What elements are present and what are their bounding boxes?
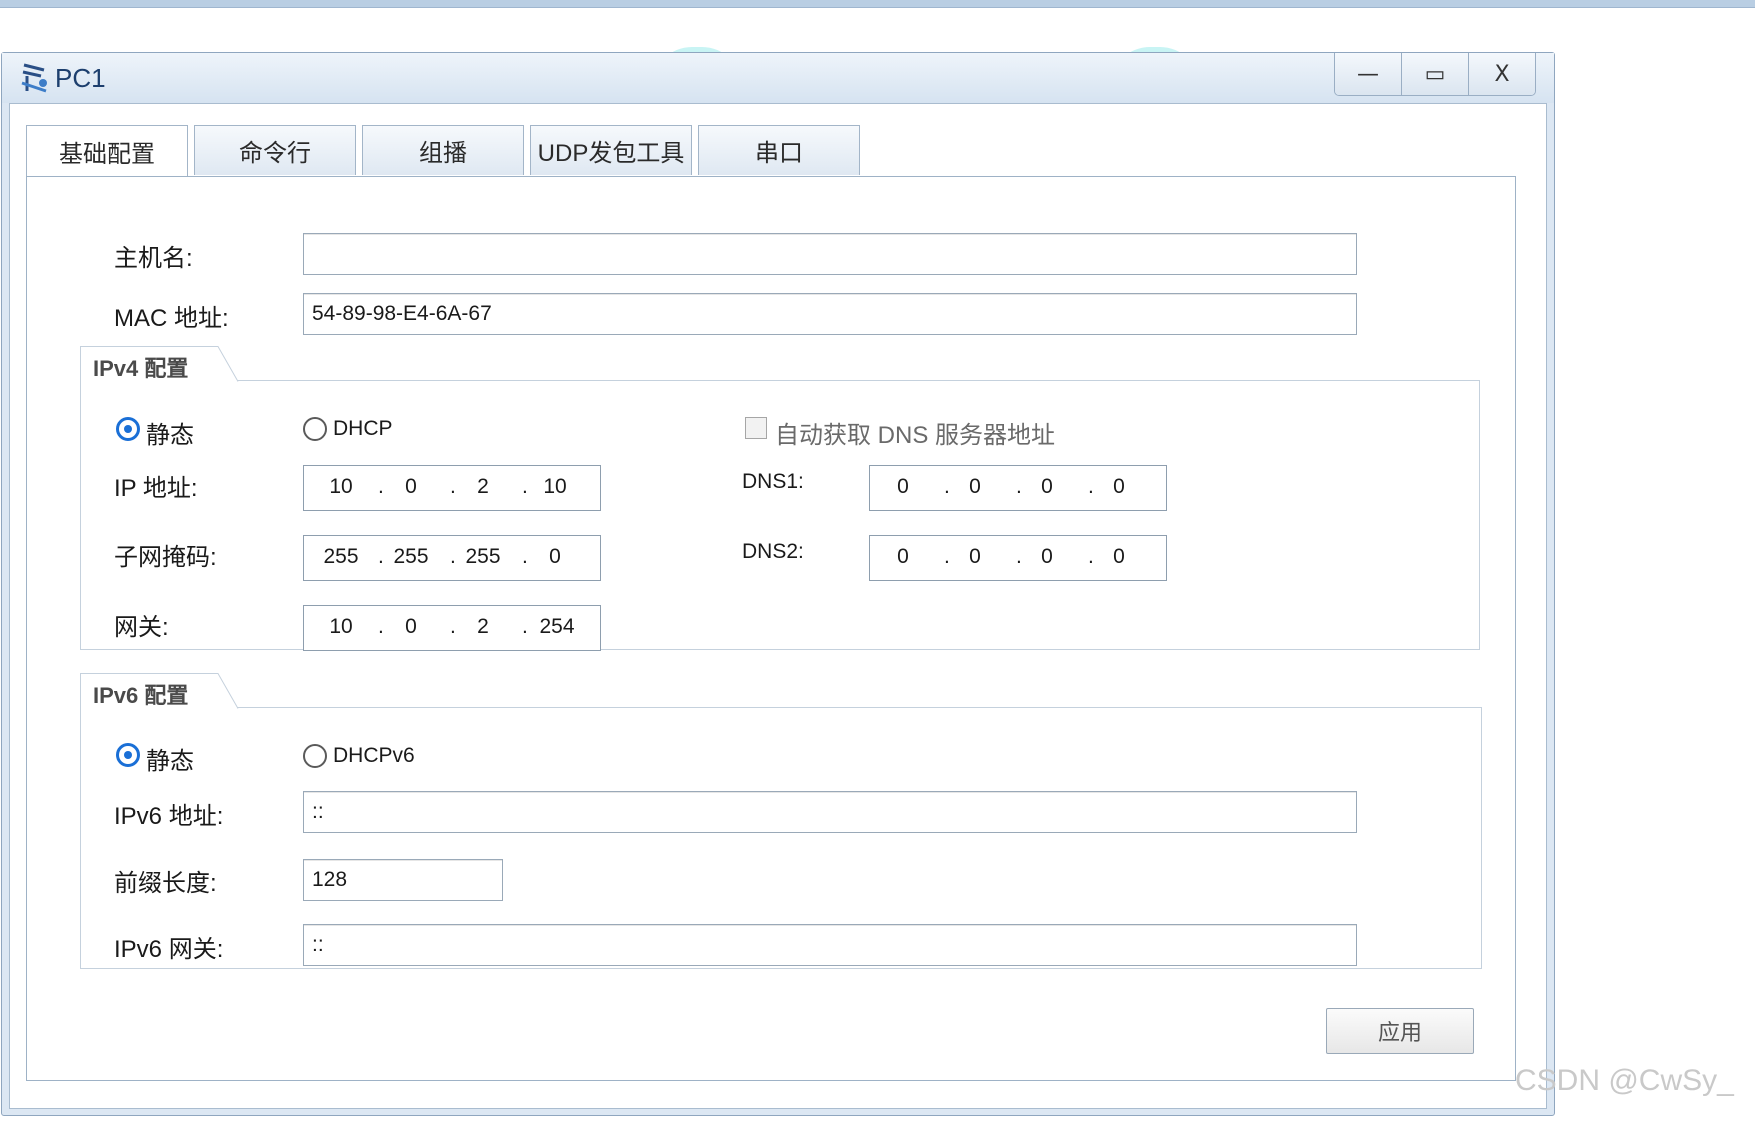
- mac-address-field[interactable]: 54-89-98-E4-6A-67: [303, 293, 1357, 335]
- ip-dot: .: [378, 615, 384, 638]
- ip-address-label: IP 地址:: [114, 475, 198, 502]
- ip-dot: .: [522, 615, 528, 638]
- dns2-octet-1: 0: [897, 545, 909, 568]
- tab-command-line[interactable]: 命令行: [194, 125, 356, 175]
- subnet-mask-label: 子网掩码:: [114, 544, 217, 571]
- dns1-octet-1: 0: [897, 475, 909, 498]
- tab-basic-config[interactable]: 基础配置: [26, 125, 188, 177]
- tab-udp-tool[interactable]: UDP发包工具: [530, 125, 692, 175]
- window-title: PC1: [55, 63, 106, 93]
- gateway-octet-1: 10: [329, 615, 353, 638]
- desktop: PC1 — ▭ X 基础配置 命令行 组播 UDP发包工具 串口 主机名: MA…: [0, 0, 1755, 1121]
- apply-button[interactable]: 应用: [1326, 1008, 1474, 1054]
- dns1-input[interactable]: 0 . 0 . 0 . 0: [869, 465, 1167, 511]
- ip-dot: .: [1088, 475, 1094, 498]
- window-titlebar[interactable]: PC1 — ▭ X: [2, 53, 1554, 103]
- close-icon: X: [1494, 61, 1510, 87]
- ipv6-static-label: 静态: [146, 748, 194, 775]
- mask-octet-2: 255: [393, 545, 429, 568]
- ipv6-group-title: IPv6 配置: [93, 683, 189, 708]
- ip-dot: .: [450, 475, 456, 498]
- ip-octet-1: 10: [329, 475, 353, 498]
- ipv4-dhcp-label: DHCP: [333, 417, 393, 440]
- ip-dot: .: [522, 545, 528, 568]
- ip-dot: .: [450, 615, 456, 638]
- gateway-label: 网关:: [114, 614, 169, 641]
- dns2-octet-4: 0: [1113, 545, 1125, 568]
- ipv6-address-input[interactable]: ::: [303, 791, 1357, 833]
- mask-octet-1: 255: [323, 545, 359, 568]
- prefix-length-input[interactable]: 128: [303, 859, 503, 901]
- prefix-length-label: 前缀长度:: [114, 870, 217, 897]
- gateway-octet-2: 0: [405, 615, 417, 638]
- hostname-label: 主机名:: [114, 245, 193, 272]
- minimize-icon: —: [1357, 61, 1379, 87]
- gateway-input[interactable]: 10 . 0 . 2 . 254: [303, 605, 601, 651]
- gateway-octet-4: 254: [539, 615, 575, 638]
- ip-dot: .: [522, 475, 528, 498]
- ipv6-address-label: IPv6 地址:: [114, 803, 224, 830]
- ip-octet-3: 2: [477, 475, 489, 498]
- maximize-button[interactable]: ▭: [1401, 53, 1468, 95]
- dns2-octet-2: 0: [969, 545, 981, 568]
- network-pc-icon: [21, 63, 47, 93]
- ip-dot: .: [944, 545, 950, 568]
- window-controls: — ▭ X: [1334, 53, 1536, 96]
- mask-octet-3: 255: [465, 545, 501, 568]
- ipv6-dhcpv6-label: DHCPv6: [333, 744, 415, 767]
- ipv4-static-radio[interactable]: [116, 417, 140, 441]
- dns1-octet-3: 0: [1041, 475, 1053, 498]
- tab-bar: 基础配置 命令行 组播 UDP发包工具 串口: [26, 125, 866, 177]
- ip-octet-2: 0: [405, 475, 417, 498]
- csdn-watermark: CSDN @CwSy_: [1515, 1064, 1734, 1097]
- ipv4-static-label: 静态: [146, 422, 194, 449]
- auto-dns-checkbox[interactable]: [745, 417, 767, 439]
- ip-dot: .: [450, 545, 456, 568]
- ip-dot: .: [1016, 545, 1022, 568]
- ip-dot: .: [378, 545, 384, 568]
- pc-config-window: PC1 — ▭ X 基础配置 命令行 组播 UDP发包工具 串口 主机名: MA…: [1, 52, 1555, 1116]
- ipv6-gateway-label: IPv6 网关:: [114, 936, 224, 963]
- gateway-octet-3: 2: [477, 615, 489, 638]
- ipv4-group-title: IPv4 配置: [93, 356, 189, 381]
- mac-label: MAC 地址:: [114, 305, 229, 332]
- dns2-label: DNS2:: [742, 540, 804, 563]
- subnet-mask-input[interactable]: 255 . 255 . 255 . 0: [303, 535, 601, 581]
- dns1-label: DNS1:: [742, 470, 804, 493]
- ip-octet-4: 10: [543, 475, 567, 498]
- ipv6-dhcpv6-radio[interactable]: [303, 744, 327, 768]
- tab-multicast[interactable]: 组播: [362, 125, 524, 175]
- ipv6-static-radio[interactable]: [116, 743, 140, 767]
- maximize-icon: ▭: [1424, 61, 1446, 87]
- auto-dns-label: 自动获取 DNS 服务器地址: [775, 422, 1056, 449]
- ipv6-gateway-input[interactable]: ::: [303, 924, 1357, 966]
- ip-address-input[interactable]: 10 . 0 . 2 . 10: [303, 465, 601, 511]
- dns2-input[interactable]: 0 . 0 . 0 . 0: [869, 535, 1167, 581]
- tab-serial-port[interactable]: 串口: [698, 125, 860, 175]
- ip-dot: .: [944, 475, 950, 498]
- hostname-input[interactable]: [303, 233, 1357, 275]
- ip-dot: .: [1088, 545, 1094, 568]
- close-button[interactable]: X: [1468, 53, 1535, 95]
- minimize-button[interactable]: —: [1335, 53, 1401, 95]
- background-window-edge: [0, 0, 1755, 8]
- dns1-octet-2: 0: [969, 475, 981, 498]
- dns1-octet-4: 0: [1113, 475, 1125, 498]
- ipv4-dhcp-radio[interactable]: [303, 417, 327, 441]
- mask-octet-4: 0: [549, 545, 561, 568]
- ip-dot: .: [1016, 475, 1022, 498]
- dns2-octet-3: 0: [1041, 545, 1053, 568]
- ip-dot: .: [378, 475, 384, 498]
